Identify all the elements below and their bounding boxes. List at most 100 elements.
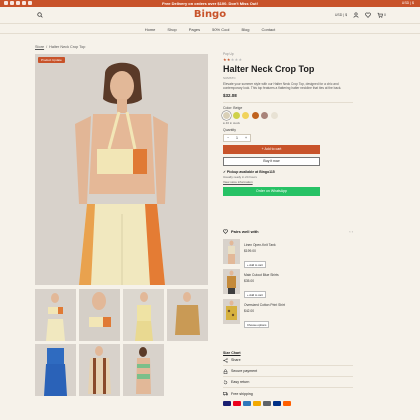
pair-add-to-cart-button[interactable]: + Add to cart xyxy=(244,261,266,268)
nav-item-sale[interactable]: 50% Cool xyxy=(212,27,229,32)
share-icon xyxy=(223,357,228,363)
pair-choose-options-button[interactable]: Choose options xyxy=(244,321,270,328)
pair-add-to-cart-button[interactable]: + Add to cart xyxy=(244,291,266,298)
product-price: $32.08 xyxy=(223,92,237,98)
nav-item-blog[interactable]: Blog xyxy=(241,27,249,32)
pairs-heading: Pairs well with xyxy=(223,229,353,234)
swatch-mauve[interactable] xyxy=(261,111,268,119)
visa-icon xyxy=(223,401,231,406)
product-vendor: Pop Up xyxy=(223,52,234,56)
discover-icon xyxy=(253,401,261,406)
product-badge: Product Update xyxy=(38,57,65,63)
secure-payment-label: Secure payment xyxy=(231,369,258,373)
swatch-ivory[interactable] xyxy=(270,111,278,119)
mastercard-icon xyxy=(233,401,241,406)
nav-item-shop[interactable]: Shop xyxy=(167,27,176,32)
pickup-availability: ✓ Pickup available at Bingo115 xyxy=(223,169,275,174)
currency-selector[interactable]: USD | $ xyxy=(402,0,414,7)
pairs-icon xyxy=(223,229,228,234)
rating-stars[interactable]: ★★★★★ xyxy=(223,57,353,62)
pair-item-price: $42.00 xyxy=(244,308,255,313)
quantity-increase-button[interactable]: + xyxy=(245,136,247,140)
share-row[interactable]: Share xyxy=(223,355,353,366)
free-shipping-label: Free shipping xyxy=(231,391,253,396)
currency-dropdown[interactable]: USD | $ xyxy=(335,13,347,17)
pair-item-image[interactable] xyxy=(223,269,240,294)
breadcrumb: Store / Halter Neck Crop Top xyxy=(35,45,86,49)
breadcrumb-home[interactable]: Store xyxy=(35,45,44,49)
truck-icon xyxy=(223,391,228,396)
share-label: Share xyxy=(231,358,241,362)
chevron-right-icon[interactable]: › xyxy=(352,229,353,234)
thumbnail-4[interactable] xyxy=(167,289,208,341)
product-extras: Size Chart Share Secure payment Easy ret… xyxy=(223,351,353,406)
cart-count: 0 xyxy=(384,13,386,17)
color-swatches xyxy=(223,111,353,119)
quantity-stepper: − 1 + xyxy=(223,133,251,142)
pair-item-name[interactable]: Oversized Cotton Print Shirt xyxy=(244,303,285,307)
quantity-label: Quantity xyxy=(223,127,237,132)
swatch-yellow[interactable] xyxy=(242,111,249,119)
nav-item-contact[interactable]: Contact xyxy=(261,27,275,32)
wishlist-icon[interactable] xyxy=(365,12,371,18)
payment-methods xyxy=(223,401,353,406)
color-label: Color: Beige xyxy=(223,105,243,110)
easy-return-row[interactable]: Easy return xyxy=(223,377,353,388)
product-title: Halter Neck Crop Top xyxy=(223,64,315,74)
pair-item-image[interactable] xyxy=(223,239,240,264)
rating-empty: ★★★ xyxy=(230,57,243,62)
buy-now-button[interactable]: Buy it now xyxy=(223,156,320,166)
product-description: Elevate your summer style with our Halte… xyxy=(223,82,342,91)
pair-item-name[interactable]: Main Cutout Blue Shirts xyxy=(244,273,279,277)
amex-icon xyxy=(243,401,251,406)
pairs-title: Pairs well with xyxy=(231,229,259,234)
promo-text: Free Delivery on orders over $100. Don't… xyxy=(162,1,258,6)
pair-item[interactable]: Linen Open-Knit Tank $199.00 + Add to ca… xyxy=(223,239,353,268)
header-actions: USD | $ 0 xyxy=(335,12,386,18)
divider xyxy=(223,101,353,103)
rating-filled: ★★ xyxy=(223,57,231,62)
return-icon xyxy=(223,379,228,385)
announcement-bar: Free Delivery on orders over $100. Don't… xyxy=(0,0,420,7)
pair-item[interactable]: Oversized Cotton Print Shirt $42.00 Choo… xyxy=(223,299,353,328)
pairs-well-with: Pairs well with ‹ › Linen Open-Knit Tank… xyxy=(223,229,353,328)
free-shipping-row[interactable]: Free shipping xyxy=(223,388,353,399)
pickup-time: Usually ready in 24 hours xyxy=(223,174,257,179)
thumbnail-5[interactable] xyxy=(35,344,76,396)
thumbnail-gallery xyxy=(35,289,208,396)
stock-status: ● 46 in stock xyxy=(223,120,240,125)
thumbnail-1[interactable] xyxy=(35,289,76,341)
thumbnail-2[interactable] xyxy=(79,289,120,341)
breadcrumb-current: Halter Neck Crop Top xyxy=(49,45,86,49)
quantity-decrease-button[interactable]: − xyxy=(227,136,229,140)
product-info: Pop Up ★★★★★ Halter Neck Crop Top SUMSTC… xyxy=(223,52,353,196)
thumbnail-7[interactable] xyxy=(123,344,164,396)
pairs-carousel-nav: ‹ › xyxy=(349,229,353,234)
store-info-link[interactable]: View store information xyxy=(223,180,353,184)
pair-item-price: $35.00 xyxy=(244,278,255,283)
nav-item-pages[interactable]: Pages xyxy=(189,27,200,32)
cart-icon[interactable]: 0 xyxy=(377,12,386,18)
pair-item-image[interactable] xyxy=(223,299,240,324)
quantity-value[interactable]: 1 xyxy=(236,136,238,140)
applepay-icon xyxy=(263,401,271,406)
site-header: Bingo USD | $ 0 xyxy=(0,7,420,24)
thumbnail-3[interactable] xyxy=(123,289,164,341)
swatch-lime[interactable] xyxy=(232,111,240,119)
whatsapp-order-button[interactable]: Order on WhatsApp xyxy=(223,186,320,196)
swatch-beige[interactable] xyxy=(223,111,230,119)
paypal-icon xyxy=(273,401,281,406)
secure-payment-row[interactable]: Secure payment xyxy=(223,366,353,377)
nav-item-home[interactable]: Home xyxy=(145,27,156,32)
swatch-rust[interactable] xyxy=(251,111,259,119)
pair-item-name[interactable]: Linen Open-Knit Tank xyxy=(244,243,276,247)
account-icon[interactable] xyxy=(353,12,359,18)
chevron-left-icon[interactable]: ‹ xyxy=(349,229,350,234)
product-sku: SUMSTC xyxy=(223,76,236,80)
maestro-icon xyxy=(283,401,291,406)
pair-item[interactable]: Main Cutout Blue Shirts $35.00 + Add to … xyxy=(223,269,353,298)
main-product-image[interactable]: Product Update xyxy=(35,54,208,285)
thumbnail-6[interactable] xyxy=(79,344,120,396)
add-to-cart-button[interactable]: + Add to cart xyxy=(223,144,320,154)
easy-return-label: Easy return xyxy=(231,380,250,384)
